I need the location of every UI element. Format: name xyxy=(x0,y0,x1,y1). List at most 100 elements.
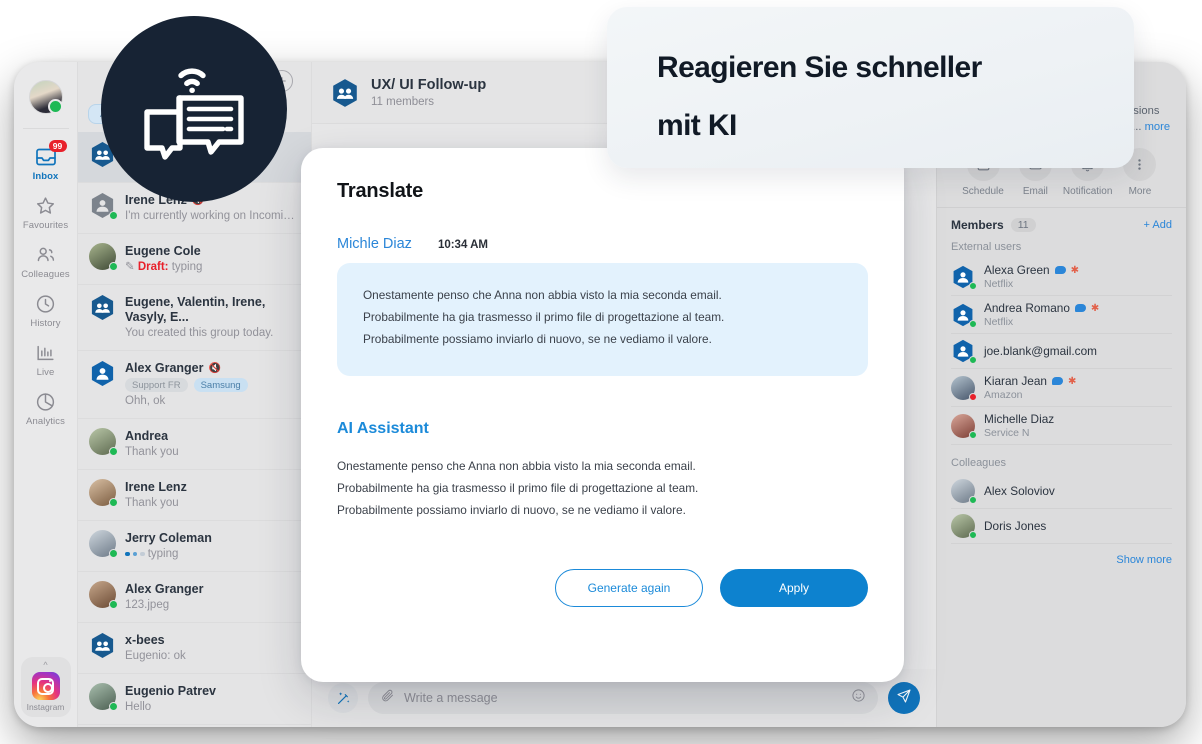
rail-item-label: Favourites xyxy=(22,220,69,231)
member-row[interactable]: joe.blank@gmail.com xyxy=(951,334,1172,369)
user-avatar[interactable] xyxy=(28,80,63,114)
chat-item-preview: Thank you xyxy=(125,446,179,458)
tag-support-fr[interactable]: Support FR xyxy=(125,378,188,392)
avatar xyxy=(89,581,118,609)
message-input-placeholder: Write a message xyxy=(404,691,498,705)
status-dot-online xyxy=(109,702,118,711)
tag-samsung[interactable]: Samsung xyxy=(193,378,248,392)
inbox-unread-badge: 99 xyxy=(48,140,67,152)
paperclip-icon[interactable] xyxy=(380,688,395,708)
chat-list-item[interactable]: x-bees Eugenio: ok xyxy=(78,623,311,674)
message-timestamp: 10:34 AM xyxy=(437,239,489,251)
rail-item-analytics[interactable]: Analytics xyxy=(14,384,78,433)
generate-again-button[interactable]: Generate again xyxy=(555,569,703,607)
chat-item-preview: Eugenio: ok xyxy=(125,650,186,662)
chat-item-tags: Support FR Samsung xyxy=(125,378,301,392)
rail-item-live[interactable]: Live xyxy=(14,335,78,384)
rail-item-label: Analytics xyxy=(26,416,65,427)
apply-button[interactable]: Apply xyxy=(720,569,868,607)
chat-item-preview: You created this group today. xyxy=(125,327,274,339)
chat-item-name: Eugenio Patrev xyxy=(125,684,216,698)
add-member-button[interactable]: + Add xyxy=(1144,219,1172,231)
avatar xyxy=(89,530,118,558)
member-row[interactable]: Andrea Romano ✱ Netflix xyxy=(951,296,1172,334)
typing-dots-icon xyxy=(125,551,145,557)
status-dot-online xyxy=(109,262,118,271)
star-icon: ✱ xyxy=(1090,302,1100,314)
original-message-bubble: Onestamente penso che Anna non abbia vis… xyxy=(337,263,868,376)
rail-item-label: Colleagues xyxy=(21,269,70,280)
chat-item-preview: Ohh, ok xyxy=(125,395,166,407)
member-row[interactable]: Michelle Diaz Service N xyxy=(951,407,1172,445)
smiley-icon[interactable] xyxy=(851,688,866,708)
status-dot-online xyxy=(969,496,977,504)
member-name: Kiaran Jean ✱ xyxy=(984,374,1077,388)
members-label: Members xyxy=(951,218,1004,232)
message-line: Probabilmente possiamo inviarlo di nuovo… xyxy=(337,503,686,517)
draft-label: Draft: xyxy=(137,261,169,273)
message-input-field[interactable]: Write a message xyxy=(368,682,878,714)
info-divider xyxy=(937,207,1186,208)
chat-list-item[interactable]: Eugene Cole ✎ Draft: typing xyxy=(78,234,311,285)
message-author: Michle Diaz xyxy=(337,236,412,252)
callout-line-2: mit KI xyxy=(657,109,737,142)
chat-list-item[interactable]: Irene Lenz Thank you xyxy=(78,470,311,521)
avatar xyxy=(89,428,118,456)
rail-item-colleagues[interactable]: Colleagues xyxy=(14,237,78,286)
show-more-link[interactable]: Show more xyxy=(951,544,1172,566)
rail-item-label: Inbox xyxy=(32,171,59,182)
rail-item-history[interactable]: History xyxy=(14,286,78,335)
people-icon xyxy=(34,244,57,266)
rail-item-inbox[interactable]: 99 Inbox xyxy=(14,139,78,188)
chat-item-name: Jerry Coleman xyxy=(125,531,212,545)
action-label: Schedule xyxy=(962,186,1004,197)
avatar xyxy=(951,375,977,401)
action-label: Notification xyxy=(1062,186,1113,197)
action-label: More xyxy=(1128,186,1152,197)
headline-callout-card: Reagieren Sie schneller mit KI xyxy=(607,7,1134,168)
chat-list-item[interactable]: Alex Granger 🔇 Support FR Samsung Ohh, o… xyxy=(78,351,311,419)
message-line: Probabilmente possiamo inviarlo di nuovo… xyxy=(363,332,712,346)
member-company: Netflix xyxy=(984,278,1014,290)
chat-list-item[interactable]: Jerry Coleman typing xyxy=(78,521,311,572)
chat-list-item[interactable]: Eugenio Savitsky Hey! xyxy=(78,725,311,727)
chat-item-preview: I'm currently working on Incoming mes... xyxy=(125,210,301,222)
avatar xyxy=(951,413,977,439)
member-row[interactable]: Alexa Green ✱ Netflix xyxy=(951,258,1172,296)
chat-list-item[interactable]: Alex Granger 123.jpeg xyxy=(78,572,311,623)
message-line: Probabilmente ha gia trasmesso il primo … xyxy=(337,481,699,495)
member-name: Doris Jones xyxy=(984,519,1047,533)
send-button[interactable] xyxy=(888,682,920,714)
rail-integration-instagram[interactable]: ^ Instagram xyxy=(20,657,71,717)
status-dot-online xyxy=(109,600,118,609)
members-header: Members 11 + Add xyxy=(951,218,1172,232)
member-name: Alexa Green ✱ xyxy=(984,263,1079,277)
conversation-avatar xyxy=(330,78,360,108)
info-more-link[interactable]: more xyxy=(1145,121,1171,133)
chat-list-item[interactable]: Eugene, Valentin, Irene, Vasyly, E... Yo… xyxy=(78,285,311,351)
status-dot-online xyxy=(969,281,977,290)
muted-icon: 🔇 xyxy=(208,363,221,374)
rail-item-label: History xyxy=(30,318,61,329)
avatar xyxy=(951,479,977,504)
member-row[interactable]: Kiaran Jean ✱ Amazon xyxy=(951,369,1172,407)
action-label: Email xyxy=(1022,186,1048,197)
chevron-up-icon: ^ xyxy=(43,660,48,670)
chat-list-item[interactable]: Andrea Thank you xyxy=(78,419,311,470)
avatar xyxy=(89,479,118,507)
member-name: Andrea Romano ✱ xyxy=(984,301,1100,315)
left-nav-rail: 99 Inbox Favourites Colleagues History L… xyxy=(14,62,78,727)
member-name: joe.blank@gmail.com xyxy=(984,344,1097,358)
chat-list-item[interactable]: Eugenio Patrev Hello xyxy=(78,674,311,725)
ai-magic-wand-icon[interactable] xyxy=(328,683,358,713)
pencil-icon: ✎ xyxy=(125,261,135,273)
chat-bubbles-wifi-logo xyxy=(101,16,287,202)
chat-item-name: Alex Granger xyxy=(125,582,204,596)
status-dot-online xyxy=(969,430,977,439)
chat-item-name: x-bees xyxy=(125,633,165,647)
modal-title: Translate xyxy=(337,180,424,202)
avatar-group-icon xyxy=(89,632,116,659)
member-row[interactable]: Alex Soloviov xyxy=(951,474,1172,509)
member-row[interactable]: Doris Jones xyxy=(951,509,1172,544)
rail-item-favourites[interactable]: Favourites xyxy=(14,188,78,237)
